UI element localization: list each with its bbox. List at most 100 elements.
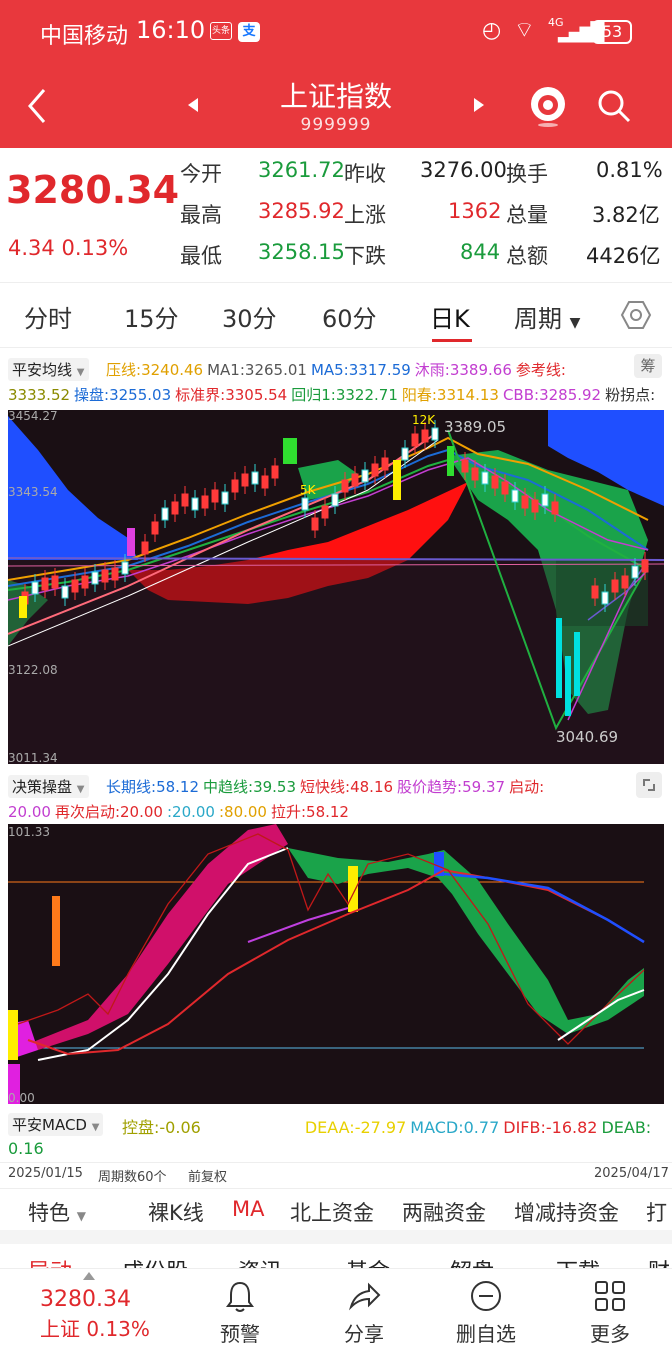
candle: [51, 575, 59, 589]
indicator-item: :80.00: [218, 803, 267, 821]
prev-stock-icon[interactable]: [186, 96, 200, 114]
candle: [341, 479, 349, 493]
tab-15min[interactable]: 15分: [124, 299, 179, 334]
subtab-constituents[interactable]: 成份股: [122, 1254, 188, 1268]
feature-special[interactable]: 特色 ▼: [28, 1197, 86, 1227]
kline-chart[interactable]: 3454.27 3343.54 3122.08 3011.34 3389.05 …: [8, 410, 664, 764]
alipay-icon: 支: [238, 22, 260, 42]
indicator-item: 阳春:3314.13: [401, 386, 499, 404]
candle: [531, 499, 539, 513]
range-bar: 2025/01/15 周期数60个 前复权 2025/04/17: [0, 1162, 672, 1185]
indicator-item: MACD:0.77: [410, 1118, 500, 1137]
quote-value: 3276.00: [420, 158, 507, 182]
candle: [361, 469, 369, 483]
candle: [321, 505, 329, 519]
candle: [611, 579, 619, 593]
candle: [471, 467, 479, 481]
battery-level: 53: [601, 22, 623, 41]
quote-value: 844: [460, 240, 501, 264]
subtab-analysis[interactable]: 解盘: [450, 1254, 494, 1268]
indicator-item: DEAB:: [601, 1118, 652, 1137]
low-price-label: 3040.69: [556, 728, 618, 746]
indicator-item: 3333.52: [8, 386, 71, 404]
indicator-item: 操盘:3255.03: [74, 386, 172, 404]
indicator-item: 标准界:3305.54: [175, 386, 288, 404]
indicator-item: 粉拐点:: [605, 386, 656, 404]
feature-northbound[interactable]: 北上资金: [290, 1197, 374, 1227]
search-icon[interactable]: [596, 88, 632, 124]
candle: [511, 489, 519, 503]
candle: [201, 495, 209, 509]
subtab-download[interactable]: 下载: [556, 1254, 600, 1268]
alert-button[interactable]: 预警: [200, 1269, 280, 1354]
minus-circle-icon: [471, 1281, 501, 1311]
next-stock-icon[interactable]: [472, 96, 486, 114]
tab-60min[interactable]: 60分: [322, 299, 377, 334]
indicator-item: 参考线:: [515, 361, 566, 379]
tab-daily-k[interactable]: 日K: [430, 299, 470, 334]
candle: [541, 493, 549, 507]
active-tab-indicator: [432, 339, 472, 342]
subtab-movement[interactable]: 异动: [28, 1254, 72, 1268]
decision-axis-top: 101.33: [8, 825, 50, 839]
indicator-item: MA1:3265.01: [207, 361, 307, 379]
tab-intraday[interactable]: 分时: [24, 299, 72, 334]
candle: [551, 501, 559, 515]
carrier: 中国移动: [40, 24, 129, 49]
remove-watchlist-button[interactable]: 删自选: [446, 1269, 526, 1354]
ma-indicator-selector[interactable]: 平安均线 ▼: [8, 358, 89, 381]
speed-icon: ◴: [482, 18, 502, 43]
feature-more[interactable]: 打: [646, 1197, 667, 1227]
candle: [41, 577, 49, 591]
candle: [141, 541, 149, 555]
subtab-funds[interactable]: 基金: [346, 1254, 390, 1268]
candle: [121, 561, 129, 575]
decision-indicator-selector[interactable]: 决策操盘 ▼: [8, 775, 89, 798]
subtab-news[interactable]: 资讯: [238, 1254, 282, 1268]
quote-label: 换手: [506, 162, 548, 186]
more-button[interactable]: 更多: [570, 1269, 650, 1354]
battery-icon: 53: [592, 20, 632, 44]
candle: [501, 481, 509, 495]
feature-ma[interactable]: MA: [232, 1197, 264, 1221]
grid-icon: [595, 1281, 625, 1311]
subtab-finance[interactable]: 财: [648, 1254, 670, 1268]
decision-chart[interactable]: 101.33 0.00: [8, 824, 664, 1104]
macd-indicator-selector[interactable]: 平安MACD ▼: [8, 1113, 104, 1136]
candle: [241, 473, 249, 487]
back-icon[interactable]: [24, 86, 50, 126]
assistant-icon[interactable]: [528, 84, 568, 128]
last-price: 3280.34: [6, 168, 180, 212]
remove-watchlist-label: 删自选: [456, 1322, 516, 1346]
tab-period[interactable]: 周期 ▼: [514, 299, 580, 334]
quote-value: 3285.92: [258, 199, 345, 223]
indicator-item: MA5:3317.59: [310, 361, 411, 379]
quote-label: 最低: [180, 244, 222, 268]
tab-30min[interactable]: 30分: [222, 299, 277, 334]
axis-label-bottom: 3011.34: [8, 751, 58, 764]
share-button[interactable]: 分享: [324, 1269, 404, 1354]
notification-icon: 头条: [210, 22, 232, 40]
chips-distribution-button[interactable]: 筹: [634, 354, 662, 378]
quote-label: 总额: [506, 244, 548, 268]
feature-margin[interactable]: 两融资金: [402, 1197, 486, 1227]
separator: [0, 1230, 672, 1244]
candle: [181, 493, 189, 507]
candle: [351, 473, 359, 487]
settings-icon[interactable]: [620, 299, 652, 331]
candle: [211, 489, 219, 503]
expand-up-icon[interactable]: [82, 1271, 96, 1281]
feature-holdings[interactable]: 增减持资金: [514, 1197, 619, 1227]
candle: [411, 433, 419, 447]
expand-icon[interactable]: [636, 772, 662, 798]
candle: [591, 585, 599, 599]
quote-value: 3261.72: [258, 158, 345, 182]
decision-axis-bottom: 0.00: [8, 1091, 35, 1104]
indicator-item: DEAA:-27.97: [304, 1118, 407, 1137]
price-change: 4.34 0.13%: [8, 236, 129, 260]
title-bar: 上证指数 999999: [0, 64, 672, 148]
candle: [331, 493, 339, 507]
sub-tabs: 异动 成份股 资讯 基金 解盘 下载 财: [0, 1244, 672, 1268]
clock: 16:10: [136, 16, 206, 44]
feature-bare-k[interactable]: 裸K线: [148, 1197, 204, 1227]
